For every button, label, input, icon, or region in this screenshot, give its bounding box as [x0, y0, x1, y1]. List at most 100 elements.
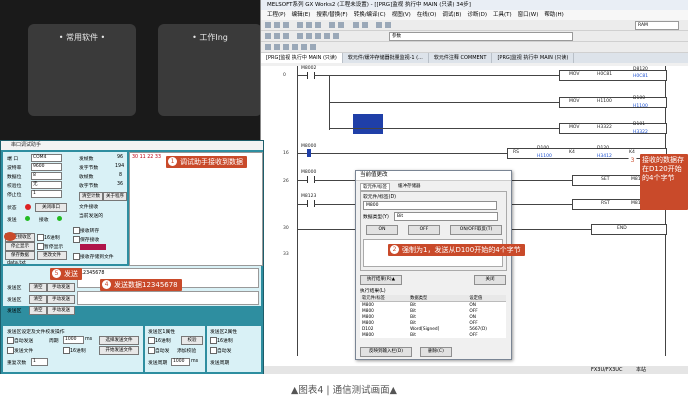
recv-file-checkbox[interactable] [73, 253, 80, 260]
send1-period-input[interactable]: 1000 [171, 358, 190, 366]
device-input[interactable]: M800 [363, 201, 497, 210]
send1-check-button[interactable]: 校验 [181, 336, 203, 345]
navigation-icon[interactable] [265, 44, 271, 50]
manual-send-button-3[interactable]: 手动发送 [47, 306, 75, 315]
on-button[interactable]: ON [366, 225, 398, 235]
tab-batch-monitor[interactable]: 软元件/缓冲存储器批量监视-1 (... [343, 53, 429, 63]
undo-icon[interactable] [329, 22, 335, 28]
watch-icon[interactable] [310, 44, 316, 50]
compile-icon[interactable] [353, 22, 359, 28]
desktop-tile-work[interactable]: • 工作Ing [158, 24, 262, 116]
save-icon[interactable] [283, 22, 289, 28]
menu-debug[interactable]: 调试(B) [442, 12, 461, 18]
parameter-select[interactable]: 参数 [389, 32, 573, 41]
cycle-input[interactable]: 1000 [63, 336, 84, 344]
crossref-icon[interactable] [292, 44, 298, 50]
clear-send-button-3[interactable]: 清空 [29, 306, 47, 315]
recv-save-checkbox[interactable] [73, 227, 80, 234]
contact-nc-icon[interactable] [306, 33, 312, 39]
open-icon[interactable] [274, 22, 280, 28]
st-icon[interactable] [283, 33, 289, 39]
receive-area[interactable]: 30 11 22 33 [129, 152, 263, 266]
menu-help[interactable]: 帮助(H) [544, 12, 563, 18]
clear-count-button[interactable]: 清空计数 [79, 192, 103, 201]
memory-field[interactable]: RAM [635, 21, 679, 30]
menu-online[interactable]: 在线(O) [417, 12, 437, 18]
toggle-button[interactable]: ON/OFF取反(T) [450, 225, 502, 235]
menu-find[interactable]: 搜索/替换(F) [316, 12, 347, 18]
pick-file-button[interactable]: 选择发送文件 [99, 336, 139, 345]
repeat-input[interactable]: 1 [31, 358, 48, 366]
menu-window[interactable]: 窗口(W) [518, 12, 539, 18]
wire [311, 153, 507, 154]
desktop-tile-common[interactable]: • 常用软件 • [28, 24, 136, 116]
write-icon[interactable] [376, 22, 382, 28]
contact-no-icon[interactable] [297, 33, 303, 39]
menu-convert[interactable]: 转换/编译(C) [354, 12, 386, 18]
save-data-button[interactable]: 保存数据 [5, 251, 35, 260]
about-button[interactable]: 关于程序 [103, 192, 127, 201]
monitor-icon[interactable] [362, 22, 368, 28]
type-select[interactable]: Bit [394, 212, 498, 221]
end-instruction[interactable] [591, 224, 667, 235]
manual-send-button[interactable]: 手动发送 [47, 283, 75, 292]
coil-icon[interactable] [315, 33, 321, 39]
tab-device[interactable]: 软元件/标签 [360, 183, 391, 191]
close-port-button[interactable]: 关闭串口 [35, 203, 67, 212]
cut-icon[interactable] [297, 22, 303, 28]
function-icon[interactable] [324, 33, 330, 39]
pause-checkbox[interactable] [37, 243, 44, 250]
close-button[interactable]: 关闭 [474, 275, 506, 285]
change-file-button[interactable]: 更改文件 [37, 251, 67, 260]
table-row[interactable]: M800 Bit OFF [360, 332, 506, 338]
tab-main-monitor-2[interactable]: [PRG]监视 执行中 MAIN (只读) [492, 53, 575, 63]
menu-edit[interactable]: 编辑(E) [292, 12, 311, 18]
auto-send-checkbox[interactable] [7, 337, 14, 344]
tab-main-monitor[interactable]: [PRG]监视 执行中 MAIN (只读) [261, 53, 343, 63]
hex-display-checkbox[interactable] [37, 234, 44, 241]
new-icon[interactable] [265, 22, 271, 28]
clear-send-button-2[interactable]: 清空 [29, 295, 47, 304]
callout-text: 强制为1，发送从D100开始的4个字节 [402, 246, 521, 254]
clear-send-button[interactable]: 清空 [29, 283, 47, 292]
save-recv-checkbox[interactable] [73, 236, 80, 243]
read-icon[interactable] [385, 22, 391, 28]
send-input-2[interactable] [77, 291, 259, 305]
tab-buffer[interactable]: 缓冲存储器 [396, 183, 423, 189]
device-list-icon[interactable] [301, 44, 307, 50]
sfc-icon[interactable] [274, 33, 280, 39]
delete-button[interactable]: 删除(C) [420, 347, 452, 357]
send1-hex-checkbox[interactable] [148, 337, 155, 344]
parity-select[interactable]: 无 [31, 181, 62, 189]
stopbits-select[interactable]: 1 [31, 190, 62, 198]
port-select[interactable]: COM4 [31, 154, 62, 162]
copy-icon[interactable] [306, 22, 312, 28]
menu-project[interactable]: 工程(P) [267, 12, 286, 18]
databits-label: 数据位 [7, 175, 22, 180]
hex-send-checkbox[interactable] [63, 347, 70, 354]
tab-comment[interactable]: 软元件注释 COMMENT [429, 53, 493, 63]
line-icon[interactable] [333, 33, 339, 39]
menu-tool[interactable]: 工具(T) [493, 12, 512, 18]
wire [297, 153, 307, 154]
off-button[interactable]: OFF [408, 225, 440, 235]
send2-auto-checkbox[interactable] [210, 347, 217, 354]
output-icon[interactable] [283, 44, 289, 50]
stop-display-button[interactable]: 停止显示 [5, 242, 35, 251]
manual-send-button-2[interactable]: 手动发送 [47, 295, 75, 304]
history-button[interactable]: 执行结果(R)▲ [360, 275, 402, 285]
reflect-button[interactable]: 反映到输入栏(D) [360, 347, 412, 357]
send2-hex-checkbox[interactable] [210, 337, 217, 344]
send1-auto-checkbox[interactable] [148, 347, 155, 354]
paste-icon[interactable] [315, 22, 321, 28]
start-send-file-button[interactable]: 开始发送文件 [99, 346, 139, 355]
parts-icon[interactable] [274, 44, 280, 50]
databits-select[interactable]: 8 [31, 172, 62, 180]
redo-icon[interactable] [338, 22, 344, 28]
send-file-checkbox[interactable] [7, 347, 14, 354]
baud-select[interactable]: 9600 [31, 163, 62, 171]
menu-view[interactable]: 视图(V) [392, 12, 411, 18]
wire [314, 75, 559, 76]
ladder-icon[interactable] [265, 33, 271, 39]
menu-diagnostics[interactable]: 诊断(D) [467, 12, 487, 18]
